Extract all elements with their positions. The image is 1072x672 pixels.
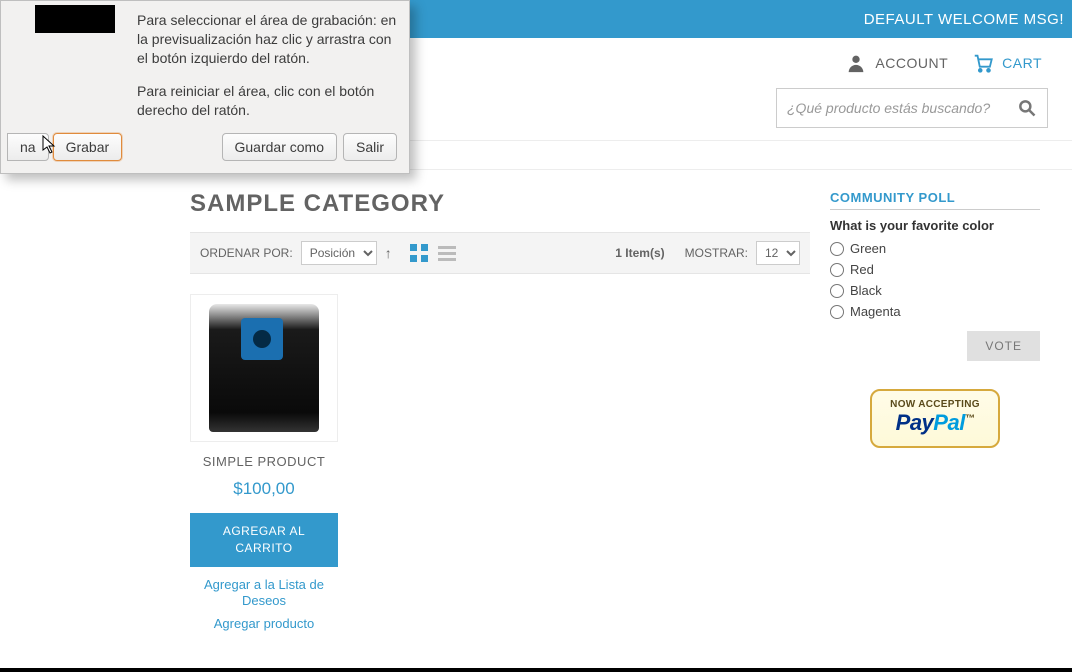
poll-question: What is your favorite color: [830, 218, 1040, 233]
sort-by-label: ORDENAR POR:: [200, 246, 293, 260]
poll-options: Green Red Black Magenta: [830, 241, 1040, 319]
show-label: MOSTRAR:: [685, 246, 748, 260]
poll-option-label: Black: [850, 283, 882, 298]
toolbar: ORDENAR POR: Posición ↑ 1 Item(s) MOSTRA…: [190, 232, 810, 274]
show-select[interactable]: 12: [756, 241, 800, 265]
user-icon: [845, 52, 867, 74]
cart-label: CART: [1002, 55, 1042, 71]
add-to-compare-link[interactable]: Agregar producto: [190, 616, 338, 633]
dialog-text-2: Para reiniciar el área, clic con el botó…: [137, 82, 397, 120]
poll-option-label: Green: [850, 241, 886, 256]
paypal-badge[interactable]: NOW ACCEPTING PayPal™: [830, 389, 1040, 448]
poll-radio[interactable]: [830, 284, 844, 298]
poll-option-label: Red: [850, 262, 874, 277]
poll-radio[interactable]: [830, 263, 844, 277]
product-links: Agregar a la Lista de Deseos Agregar pro…: [190, 577, 338, 634]
product-price: $100,00: [190, 479, 338, 499]
page-title: SAMPLE CATEGORY: [190, 190, 810, 218]
sort-direction-toggle[interactable]: ↑: [385, 245, 392, 261]
vote-wrap: VOTE: [830, 331, 1040, 361]
select-window-button[interactable]: na: [7, 133, 49, 161]
item-count: 1 Item(s): [615, 246, 664, 260]
dialog-instructions: Para seleccionar el área de grabación: e…: [137, 11, 397, 119]
paypal-box: NOW ACCEPTING PayPal™: [870, 389, 1000, 448]
poll-radio[interactable]: [830, 242, 844, 256]
cart-icon: [972, 52, 994, 74]
cart-link[interactable]: CART: [972, 52, 1042, 74]
add-to-wishlist-link[interactable]: Agregar a la Lista de Deseos: [190, 577, 338, 611]
product-card: SIMPLE PRODUCT $100,00 AGREGAR AL CARRIT…: [190, 294, 338, 633]
bottom-border: [0, 668, 1072, 672]
poll-option-label: Magenta: [850, 304, 901, 319]
poll-title: COMMUNITY POLL: [830, 190, 1040, 210]
account-link[interactable]: ACCOUNT: [845, 52, 948, 74]
paypal-logo: PayPal™: [890, 410, 980, 436]
product-image: [209, 304, 319, 432]
exit-button[interactable]: Salir: [343, 133, 397, 161]
dialog-button-row: na Grabar Guardar como Salir: [13, 133, 397, 161]
vote-button[interactable]: VOTE: [967, 331, 1040, 361]
list-view-icon[interactable]: [438, 244, 456, 262]
product-image-link[interactable]: [190, 294, 338, 442]
poll-radio[interactable]: [830, 305, 844, 319]
poll-option[interactable]: Black: [830, 283, 1040, 298]
grid-view-icon[interactable]: [410, 244, 428, 262]
view-mode: [410, 244, 456, 262]
add-to-cart-button[interactable]: AGREGAR AL CARRITO: [190, 513, 338, 567]
product-grid: SIMPLE PRODUCT $100,00 AGREGAR AL CARRIT…: [190, 274, 810, 633]
paypal-accepting-text: NOW ACCEPTING: [890, 399, 980, 410]
poll-option[interactable]: Red: [830, 262, 1040, 277]
column-right: COMMUNITY POLL What is your favorite col…: [830, 190, 1040, 633]
product-name[interactable]: SIMPLE PRODUCT: [190, 454, 338, 469]
sort-by-select[interactable]: Posición: [301, 241, 377, 265]
search-input[interactable]: [787, 100, 1017, 116]
record-button[interactable]: Grabar: [53, 133, 123, 161]
search-box: [776, 88, 1048, 128]
save-as-button[interactable]: Guardar como: [222, 133, 337, 161]
poll-option[interactable]: Magenta: [830, 304, 1040, 319]
search-icon[interactable]: [1017, 98, 1037, 118]
main-content: SAMPLE CATEGORY ORDENAR POR: Posición ↑ …: [0, 170, 1072, 633]
welcome-text: DEFAULT WELCOME MSG!: [864, 11, 1064, 28]
screen-recorder-dialog: Para seleccionar el área de grabación: e…: [0, 0, 410, 174]
account-label: ACCOUNT: [875, 55, 948, 71]
poll-option[interactable]: Green: [830, 241, 1040, 256]
dialog-titlebar[interactable]: [35, 5, 115, 33]
column-main: SAMPLE CATEGORY ORDENAR POR: Posición ↑ …: [190, 190, 810, 633]
dialog-text-1: Para seleccionar el área de grabación: e…: [137, 11, 397, 68]
